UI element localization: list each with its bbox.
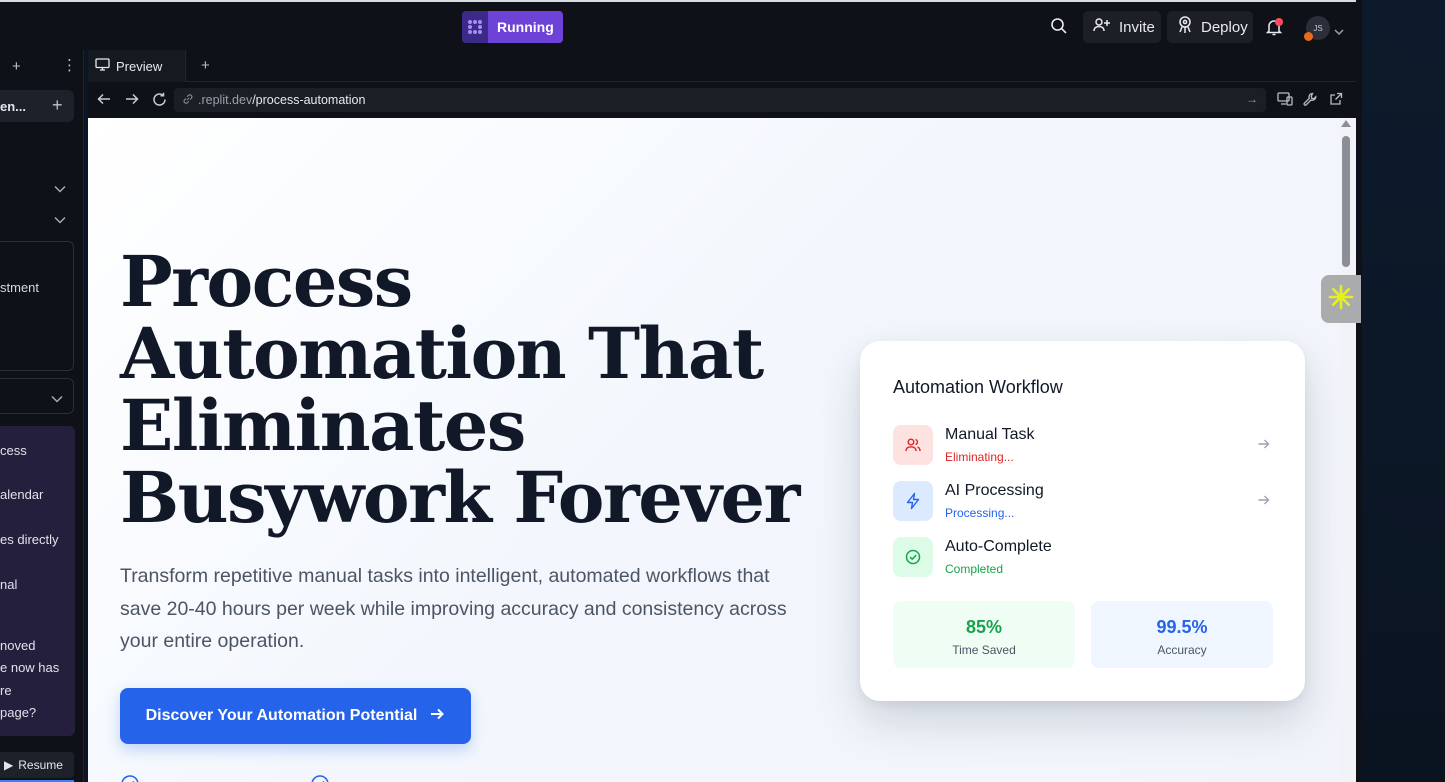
url-field[interactable]: .replit.dev/process-automation → (174, 88, 1266, 112)
left-panel-tab-row: + ⋮ (0, 50, 84, 82)
chat-message-line: noved (0, 638, 36, 653)
deploy-button[interactable]: Deploy (1167, 11, 1253, 43)
check-circle-icon (893, 537, 933, 577)
tab-preview-label: Preview (116, 58, 163, 74)
tab-preview[interactable]: Preview (88, 50, 186, 82)
chat-message-line: nal (0, 577, 18, 592)
invite-button[interactable]: Invite (1083, 11, 1161, 43)
resume-button[interactable]: ▶ Resume (0, 752, 74, 778)
scroll-thumb[interactable] (1342, 136, 1350, 267)
hero-title: Process Automation That Eliminates Busyw… (120, 240, 800, 539)
left-panel: + ⋮ en... + stment cess alendar es direc… (0, 50, 84, 782)
discover-potential-button[interactable]: Discover Your Automation Potential (120, 688, 471, 744)
preview-panel: Preview + .replit.dev/process-automation… (88, 50, 1356, 782)
sparkle-icon (1327, 283, 1355, 316)
chat-message-line: page? (0, 705, 37, 720)
go-arrow-icon[interactable]: → (1246, 92, 1258, 106)
reload-icon[interactable] (152, 92, 167, 110)
run-status-button[interactable]: Running (462, 11, 563, 43)
chevron-down-icon[interactable] (51, 392, 63, 406)
web-page: Process Automation That Eliminates Busyw… (88, 118, 1340, 782)
arrow-right-icon (429, 706, 445, 727)
step-status: Eliminating... (945, 450, 1014, 464)
search-icon[interactable] (1050, 17, 1068, 40)
chat-message-line: e now has (0, 660, 60, 675)
stat-value: 85% (965, 617, 1003, 637)
desktop-background (1362, 0, 1445, 782)
more-vertical-icon[interactable]: ⋮ (62, 56, 77, 74)
window-edge (1356, 0, 1362, 782)
replit-logo-icon (462, 11, 488, 43)
automation-workflow-card: Automation Workflow Manual Task Eliminat… (860, 341, 1305, 701)
top-bar: Running Invite Deploy JS (0, 0, 1362, 50)
feature-check-icon (120, 774, 140, 782)
chevron-down-icon[interactable] (54, 213, 66, 227)
url-bar: .replit.dev/process-automation → (88, 82, 1356, 118)
chat-message-line: es directly (0, 532, 59, 547)
link-icon (182, 93, 194, 108)
step-name: Auto-Complete (945, 538, 1052, 555)
chevron-down-icon[interactable] (1334, 23, 1344, 41)
chat-message-line: alendar (0, 487, 44, 502)
chat-message-line: re (0, 683, 12, 698)
avatar-badge (1304, 32, 1313, 41)
run-status-label: Running (488, 11, 563, 43)
users-icon (893, 425, 933, 465)
workflow-step: Auto-Complete Completed (893, 537, 1273, 577)
step-name: AI Processing (945, 482, 1044, 499)
deploy-label: Deploy (1201, 18, 1248, 36)
workflow-step: AI Processing Processing... (893, 481, 1273, 521)
left-panel-card-text: stment (0, 280, 40, 295)
hero-subtitle: Transform repetitive manual tasks into i… (120, 565, 787, 652)
time-saved-stat: 85% Time Saved (893, 601, 1075, 668)
add-user-icon (1093, 17, 1111, 37)
add-tab-icon[interactable]: + (52, 95, 63, 116)
wrench-icon[interactable] (1303, 92, 1318, 112)
chevron-down-icon[interactable] (54, 182, 66, 196)
notification-dot (1275, 18, 1283, 26)
preview-tab-row: Preview + (88, 50, 1356, 82)
arrow-right-icon (1257, 437, 1271, 456)
feature-check-icon (310, 774, 330, 782)
workflow-step: Manual Task Eliminating... (893, 425, 1273, 465)
stat-label: Accuracy (1157, 643, 1207, 657)
chat-message-line: cess (0, 443, 27, 458)
plus-icon[interactable]: + (12, 58, 21, 75)
card-title: Automation Workflow (893, 377, 1063, 397)
invite-label: Invite (1119, 18, 1155, 36)
monitor-icon (95, 58, 110, 74)
stat-value: 99.5% (1156, 617, 1208, 637)
devices-icon[interactable] (1277, 92, 1293, 111)
left-panel-card (0, 241, 74, 371)
cta-label: Discover Your Automation Potential (145, 707, 418, 724)
step-status: Processing... (945, 506, 1015, 520)
new-tab-icon[interactable]: + (201, 57, 210, 74)
deploy-icon (1177, 16, 1193, 38)
assistant-side-tab[interactable] (1321, 275, 1361, 323)
url-host: .replit.dev (198, 93, 253, 107)
file-tab-chip[interactable]: en... (0, 90, 74, 122)
lightning-icon (893, 481, 933, 521)
resume-label: Resume (18, 758, 63, 772)
accuracy-stat: 99.5% Accuracy (1091, 601, 1273, 668)
forward-icon[interactable] (125, 92, 139, 109)
step-status: Completed (945, 562, 1004, 576)
url-path: /process-automation (252, 93, 366, 107)
play-icon: ▶ (4, 758, 14, 772)
arrow-right-icon (1257, 493, 1271, 512)
scroll-up-icon[interactable] (1341, 120, 1351, 127)
stat-label: Time Saved (952, 643, 1016, 657)
step-name: Manual Task (945, 426, 1035, 443)
back-icon[interactable] (97, 92, 111, 109)
external-link-icon[interactable] (1329, 92, 1343, 111)
